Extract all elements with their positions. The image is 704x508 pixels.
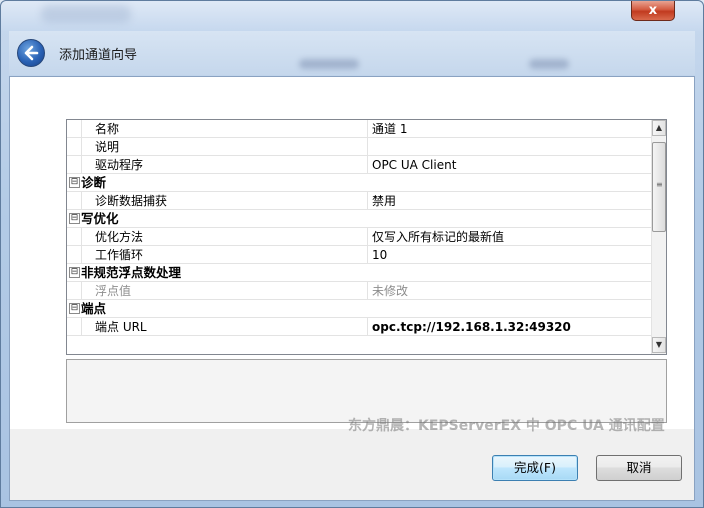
property-name: 驱动程序 [95,158,144,172]
property-category-row[interactable]: ⊟ 写优化 [67,210,651,228]
property-value: 仅写入所有标记的最新值 [372,230,505,244]
title-bar [1,1,703,31]
indent-divider [81,192,82,209]
property-row[interactable]: 驱动程序 OPC UA Client [67,156,651,174]
property-name: 优化方法 [95,230,144,244]
property-value: 10 [372,248,388,262]
property-value: OPC UA Client [372,158,457,172]
property-row[interactable]: 浮点值 未修改 [67,282,651,300]
property-value: 禁用 [372,194,397,208]
property-name: 名称 [95,122,120,136]
indent-divider [81,156,82,173]
collapse-toggle-icon[interactable]: ⊟ [69,177,80,188]
cancel-button[interactable]: 取消 [596,455,682,481]
category-label: 非规范浮点数处理 [81,265,182,280]
property-category-row[interactable]: ⊟ 端点 [67,300,651,318]
property-category-row[interactable]: ⊟ 诊断 [67,174,651,192]
back-arrow-icon [24,45,39,61]
close-button[interactable]: x [631,1,675,21]
watermark: 东方鼎晨：KEPServerEX 中 OPC UA 通讯配置 [348,418,665,434]
wizard-window: x 添加通道向导 名称 通道 1 说明 驱动程序 OPC UA Client ⊟ 诊断 诊断数… [0,0,704,508]
indent-divider [81,228,82,245]
category-label: 写优化 [81,211,119,226]
scroll-down-button[interactable]: ▼ [652,337,666,353]
property-row[interactable]: 名称 通道 1 [67,120,651,138]
property-row[interactable]: 说明 [67,138,651,156]
property-value: 通道 1 [372,122,408,136]
blurred-background [41,5,131,23]
scroll-up-button[interactable]: ▲ [652,120,666,136]
property-value-cell[interactable]: 禁用 [367,192,651,209]
property-value-cell[interactable]: OPC UA Client [367,156,651,173]
chevron-up-icon: ▲ [655,123,663,132]
back-button[interactable] [17,39,45,67]
property-category-row[interactable]: ⊟ 非规范浮点数处理 [67,264,651,282]
property-name: 诊断数据捕获 [95,194,168,208]
content-area: 名称 通道 1 说明 驱动程序 OPC UA Client ⊟ 诊断 诊断数据捕获 禁用 ⊟ 写优化… [10,77,694,434]
property-value-cell[interactable]: opc.tcp://192.168.1.32:49320 [367,318,651,335]
description-panel [66,359,667,423]
property-value-cell[interactable]: 仅写入所有标记的最新值 [367,228,651,245]
property-row[interactable]: 优化方法 仅写入所有标记的最新值 [67,228,651,246]
property-value-cell[interactable]: 通道 1 [367,120,651,137]
property-value-cell[interactable]: 10 [367,246,651,263]
property-row[interactable]: 工作循环 10 [67,246,651,264]
property-name: 工作循环 [95,248,144,262]
indent-divider [81,246,82,263]
property-value-cell[interactable]: 未修改 [367,282,651,299]
property-name: 浮点值 [95,284,132,298]
grip-icon: ≡ [656,180,663,189]
chevron-down-icon: ▼ [655,340,663,349]
wizard-title: 添加通道向导 [59,48,138,63]
indent-divider [81,138,82,155]
vertical-scrollbar[interactable]: ▲ ≡ ▼ [651,120,666,354]
collapse-toggle-icon[interactable]: ⊟ [69,303,80,314]
collapse-toggle-icon[interactable]: ⊟ [69,267,80,278]
property-name: 说明 [95,140,120,154]
collapse-toggle-icon[interactable]: ⊟ [69,213,80,224]
indent-divider [81,318,82,335]
blurred-background [529,59,569,69]
category-label: 诊断 [81,175,107,190]
property-row[interactable]: 诊断数据捕获 禁用 [67,192,651,210]
property-value: 未修改 [372,284,409,298]
category-label: 端点 [81,301,107,316]
blurred-background [299,59,359,69]
property-row[interactable]: 端点 URL opc.tcp://192.168.1.32:49320 [67,318,651,336]
scroll-thumb[interactable]: ≡ [652,142,666,232]
indent-divider [81,120,82,137]
property-value: opc.tcp://192.168.1.32:49320 [372,320,571,334]
property-grid: 名称 通道 1 说明 驱动程序 OPC UA Client ⊟ 诊断 诊断数据捕获 禁用 ⊟ 写优化… [66,119,667,355]
indent-divider [81,282,82,299]
property-value-cell[interactable] [367,138,651,155]
finish-button[interactable]: 完成(F) [492,455,578,481]
wizard-content: 名称 通道 1 说明 驱动程序 OPC UA Client ⊟ 诊断 诊断数据捕获 禁用 ⊟ 写优化… [9,76,695,501]
close-icon: x [648,3,658,18]
property-name: 端点 URL [95,320,147,334]
